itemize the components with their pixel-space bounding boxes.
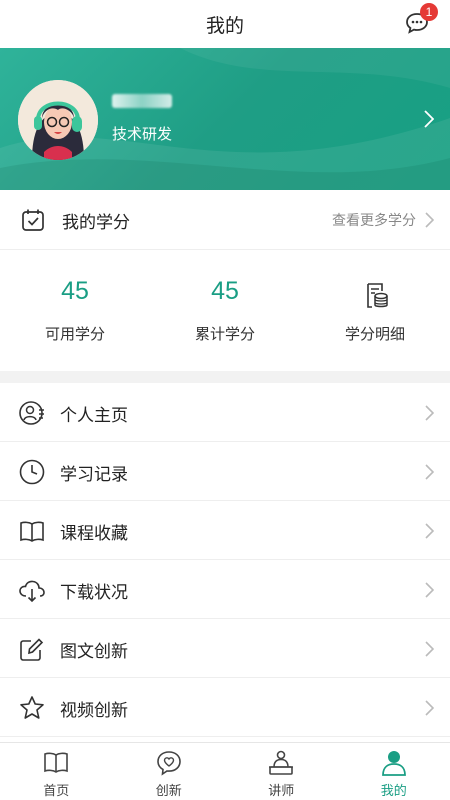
menu-item-label: 个人主页 [60,406,128,426]
chevron-right-icon [425,700,434,716]
clock-icon [19,459,45,485]
coins-list-icon [367,283,388,308]
book-icon [20,521,44,542]
accumulated-credits[interactable]: 45 累计学分 [150,251,300,371]
menu-item-graphic-innovation[interactable]: 图文创新 [0,619,450,678]
page-title: 我的 [205,14,244,37]
chevron-right-icon [425,523,434,539]
credits-stats: 45 可用学分 45 累计学分 学分明细 [0,251,450,371]
my-credits-title: 我的学分 [62,213,130,233]
chevron-right-icon [425,641,434,657]
menu-item-label: 下载状况 [60,583,128,603]
profile-icon [19,401,44,425]
menu-item-download-status[interactable]: 下载状况 [0,560,450,619]
avatar[interactable] [18,80,98,160]
menu-item-label: 视频创新 [60,701,128,721]
credit-details[interactable]: 学分明细 [300,251,450,371]
book-icon [44,752,69,773]
menu-item-label: 课程收藏 [60,524,128,544]
menu-item-study-records[interactable]: 学习记录 [0,442,450,501]
menu-list: 个人主页 学习记录 课程收藏 下载状况 图文创新 视频创新 [0,383,450,737]
heart-chat-icon [156,751,181,776]
chevron-right-icon [425,212,434,228]
chevron-right-icon [424,110,434,128]
credit-details-label: 学分明细 [344,325,405,343]
available-credits-value: 45 [61,277,89,305]
bottom-navigation: 首页 创新 讲师 我的 [0,742,450,800]
message-badge: 1 [420,3,438,21]
star-icon [20,696,44,719]
user-name-blurred [112,94,172,108]
chevron-right-icon [425,582,434,598]
nav-label: 讲师 [268,784,295,799]
user-department: 技术研发 [112,125,173,143]
nav-label: 创新 [155,784,182,799]
menu-item-label: 图文创新 [60,642,128,662]
teacher-icon [269,750,294,775]
nav-item-innovation[interactable]: 创新 [113,743,226,800]
menu-item-label: 学习记录 [60,465,128,485]
nav-label: 首页 [43,784,70,799]
edit-icon [20,638,44,661]
profile-banner[interactable]: 技术研发 [0,48,450,190]
available-credits[interactable]: 45 可用学分 [0,251,150,371]
calendar-check-icon [22,209,44,231]
app-header: 我的 1 [0,0,450,48]
avatar-image [18,80,98,160]
menu-item-course-favorites[interactable]: 课程收藏 [0,501,450,560]
available-credits-label: 可用学分 [44,325,105,343]
section-divider [0,371,450,383]
my-credits-row[interactable]: 我的学分 查看更多学分 [0,190,450,250]
menu-item-video-innovation[interactable]: 视频创新 [0,678,450,737]
accumulated-credits-value: 45 [211,277,239,305]
cloud-download-icon [19,580,45,603]
menu-item-personal-homepage[interactable]: 个人主页 [0,383,450,442]
user-icon [381,751,406,776]
nav-item-home[interactable]: 首页 [0,743,113,800]
nav-item-mine[interactable]: 我的 [338,743,450,800]
view-more-credits-link[interactable]: 查看更多学分 [332,210,416,230]
nav-label: 我的 [380,784,407,799]
accumulated-credits-label: 累计学分 [194,325,255,343]
nav-item-lecturer[interactable]: 讲师 [225,743,338,800]
chevron-right-icon [425,464,434,480]
chevron-right-icon [425,405,434,421]
